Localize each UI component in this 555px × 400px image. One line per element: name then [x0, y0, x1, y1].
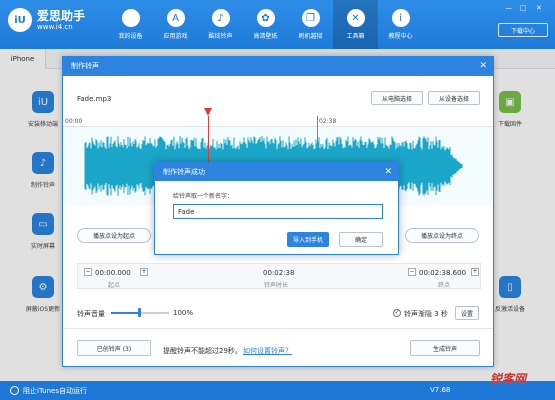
volume-slider-handle[interactable]	[138, 308, 141, 317]
nav-item-1[interactable]: A 应用游戏	[153, 0, 198, 49]
nav-item-0[interactable]: 我的设备	[108, 0, 153, 49]
nav-item-6[interactable]: i 教程中心	[378, 0, 423, 49]
box-icon: ❒	[301, 9, 320, 27]
set-end-button[interactable]: 播放点设为终点	[405, 228, 479, 243]
nav-label: 工具箱	[346, 33, 365, 40]
info-icon: i	[391, 9, 410, 27]
status-bar: 阻止iTunes自动运行 V7.68	[0, 381, 555, 400]
close-icon[interactable]: ✕	[479, 57, 487, 76]
import-to-phone-button[interactable]: 导入到手机	[287, 232, 329, 247]
set-start-button[interactable]: 播放点设为起点	[77, 228, 151, 243]
success-dialog-title: 制作铃声成功	[163, 168, 205, 176]
timeline-start-label: 00:00	[65, 118, 83, 125]
flower-icon: ✿	[256, 9, 275, 27]
close-app-icon[interactable]: ✕	[536, 4, 542, 12]
volume-label: 铃声音量	[77, 310, 105, 318]
nav-item-2[interactable]: ♪ 酷炫铃声	[198, 0, 243, 49]
select-from-device-button[interactable]: 从设备选择	[428, 91, 480, 105]
timeline-mid-label: 02:38	[319, 118, 337, 125]
ringtone-dialog-title-bar: 制作铃声 ✕	[63, 57, 493, 76]
end-increment-button[interactable]: +	[471, 268, 479, 276]
bell-icon: ♪	[211, 9, 230, 27]
footer-divider	[63, 328, 493, 329]
tools-icon: ✕	[346, 9, 365, 27]
app-logo: iU 爱思助手 www.i4.cn	[8, 8, 85, 32]
fade-label: 铃声渐隐 3 秒	[404, 310, 448, 318]
nav-label: 酷炫铃声	[208, 33, 233, 40]
start-decrement-button[interactable]: −	[84, 268, 92, 276]
close-icon[interactable]: ✕	[384, 163, 392, 181]
download-center-button[interactable]: 下载中心	[498, 23, 548, 37]
nav-label: 刷机越狱	[298, 33, 323, 40]
start-time-value[interactable]: 00:00.000	[95, 269, 131, 277]
duration-note: 提醒铃声不能超过29秒。	[163, 347, 242, 355]
settings-button[interactable]: 设置	[455, 306, 479, 320]
rename-prompt: 给铃声取一个新名字：	[173, 193, 234, 200]
existing-ringtones-button[interactable]: 已创铃声 (3)	[77, 340, 151, 356]
logo-badge-icon: iU	[8, 8, 32, 32]
apple-icon	[121, 9, 140, 27]
nav-label: 教程中心	[388, 33, 413, 40]
fade-checkbox[interactable]: ✓	[393, 309, 401, 317]
nav-item-5[interactable]: ✕ 工具箱	[333, 0, 378, 49]
generate-ringtone-button[interactable]: 生成铃声	[410, 340, 480, 356]
version-label: V7.68	[430, 386, 451, 394]
how-to-set-link[interactable]: 如何设置铃声？	[243, 346, 292, 356]
minimize-icon[interactable]: —	[505, 4, 512, 12]
itunes-label: 阻止iTunes自动运行	[23, 387, 87, 395]
timeline-ruler: 00:00 02:38	[63, 117, 493, 127]
main-nav: 我的设备 A 应用游戏 ♪ 酷炫铃声 ✿ 高清壁纸 ❒ 刷机越狱 ✕ 工具箱 i 教程中心	[108, 0, 423, 49]
select-from-computer-button[interactable]: 从电脑选择	[371, 91, 423, 105]
ringtone-name-input[interactable]	[173, 204, 383, 219]
maximize-icon[interactable]: □	[520, 4, 527, 12]
nav-item-3[interactable]: ✿ 高清壁纸	[243, 0, 288, 49]
nav-label: 高清壁纸	[253, 33, 278, 40]
playhead-marker-icon[interactable]	[204, 108, 212, 116]
file-name: Fade.mp3	[77, 95, 112, 103]
nav-label: 应用游戏	[163, 33, 188, 40]
time-panel: − 00:00.000 + 起点 00:02:38 铃声时长 − 00:02:3…	[77, 263, 481, 289]
itunes-toggle-checkbox[interactable]	[10, 386, 19, 395]
ok-button[interactable]: 确定	[339, 232, 383, 247]
duration-value: 00:02:38	[263, 269, 295, 277]
nav-item-4[interactable]: ❒ 刷机越狱	[288, 0, 333, 49]
app-url: www.i4.cn	[37, 22, 73, 31]
app-store-icon: A	[166, 9, 185, 27]
end-time-value[interactable]: 00:02:38.600	[419, 269, 466, 277]
duration-caption: 铃声时长	[264, 282, 289, 289]
nav-label: 我的设备	[118, 33, 143, 40]
end-decrement-button[interactable]: −	[408, 268, 416, 276]
start-caption: 起点	[108, 282, 121, 289]
success-dialog: 制作铃声成功 ✕ 给铃声取一个新名字： 导入到手机 确定	[154, 162, 399, 255]
top-bar: iU 爱思助手 www.i4.cn 我的设备 A 应用游戏 ♪ 酷炫铃声 ✿ 高清壁纸 ❒ 刷机…	[0, 0, 555, 49]
start-increment-button[interactable]: +	[140, 268, 148, 276]
ringtone-dialog-title: 制作铃声	[71, 62, 99, 70]
end-caption: 终点	[438, 282, 451, 289]
app-name: 爱思助手	[37, 8, 86, 23]
volume-fill	[111, 312, 140, 314]
volume-value: 100%	[173, 309, 194, 317]
success-dialog-title-bar: 制作铃声成功 ✕	[155, 163, 398, 181]
